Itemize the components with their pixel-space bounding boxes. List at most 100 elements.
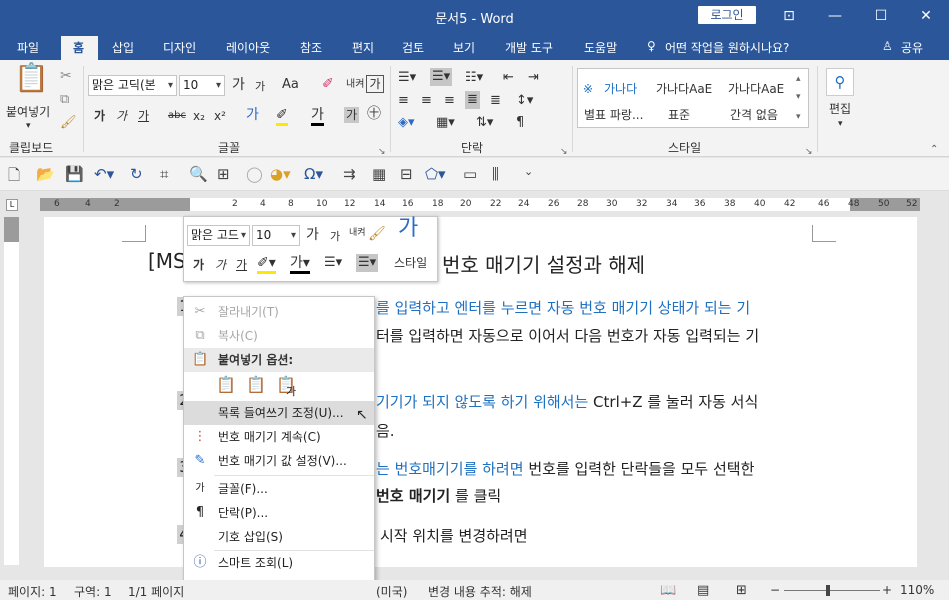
menu-set-numbering-value[interactable]: ✎ 번호 매기기 값 설정(V)... xyxy=(184,449,374,473)
table-icon[interactable]: ▦ xyxy=(372,165,386,183)
justify-icon[interactable]: ≣ xyxy=(465,91,480,109)
decrease-indent-icon[interactable]: ⇤ xyxy=(503,70,514,86)
highlight-icon[interactable]: ✐ xyxy=(276,107,288,126)
redo-icon[interactable]: ↻ xyxy=(130,165,143,183)
minimize-icon[interactable]: — xyxy=(812,0,858,32)
paste-dropdown-icon[interactable]: ▾ xyxy=(26,118,31,134)
maximize-icon[interactable]: ☐ xyxy=(858,0,904,32)
status-page[interactable]: 페이지: 1 xyxy=(8,583,57,600)
mini-shrink-font[interactable]: 가 xyxy=(330,229,340,245)
ribbon-display-icon[interactable]: ⊡ xyxy=(766,0,812,32)
menu-continue-numbering[interactable]: ⋮ 번호 매기기 계속(C) xyxy=(184,425,374,449)
tab-mailings[interactable]: 편지 xyxy=(352,39,374,56)
style-star-blue[interactable]: 가나다 xyxy=(604,81,637,97)
tab-references[interactable]: 참조 xyxy=(300,39,322,56)
mini-bullets-icon[interactable]: ☰▾ xyxy=(324,255,342,271)
status-language[interactable]: (미국) xyxy=(376,583,407,600)
search-icon[interactable]: ⚲ xyxy=(826,68,854,96)
mini-font-combo[interactable]: 맑은 고드 xyxy=(187,225,250,246)
bullets-icon[interactable]: ☰▾ xyxy=(398,70,416,86)
status-track-changes[interactable]: 변경 내용 추적: 해제 xyxy=(428,583,532,600)
layout-icon[interactable]: ⊞ xyxy=(217,165,230,183)
mini-grow-font[interactable]: 가 xyxy=(306,227,319,243)
zoom-slider[interactable] xyxy=(784,590,880,591)
mini-styles-button[interactable]: 스타일 xyxy=(394,255,427,271)
grow-font-button[interactable]: 가 xyxy=(232,77,245,93)
menu-font[interactable]: 가 글꼴(F)... xyxy=(184,477,374,501)
read-mode-icon[interactable]: 📖 xyxy=(660,583,676,598)
phonetic-button[interactable]: 내켜 xyxy=(346,77,364,93)
strike-button[interactable]: abc xyxy=(168,108,186,124)
text-effect-icon[interactable]: 가 xyxy=(246,107,259,123)
editing-button[interactable]: 편집 xyxy=(829,101,851,117)
copy-icon[interactable]: ⧉ xyxy=(60,92,69,108)
shapes-icon[interactable]: ◕▾ xyxy=(270,165,291,183)
textbox-icon[interactable]: ▭ xyxy=(463,165,477,183)
clear-format-icon[interactable]: ✐ xyxy=(322,76,334,92)
tab-layout[interactable]: 레이아웃 xyxy=(226,39,270,56)
tab-help[interactable]: 도움말 xyxy=(584,39,617,56)
format-painter-icon[interactable]: 🖌 xyxy=(60,115,77,131)
mini-font-color-icon[interactable]: 가▾ xyxy=(290,255,310,274)
open-folder-icon[interactable]: 📂 xyxy=(36,165,55,183)
close-icon[interactable]: ✕ xyxy=(903,0,949,32)
styles-scroll-up-icon[interactable]: ▴ xyxy=(796,71,801,87)
bold-button[interactable]: 가 xyxy=(94,108,105,124)
superscript-button[interactable]: x² xyxy=(214,108,226,124)
status-section[interactable]: 구역: 1 xyxy=(74,583,112,600)
save-icon[interactable]: 💾 xyxy=(65,165,84,183)
cut-icon[interactable]: ✂ xyxy=(60,68,72,84)
align-center-icon[interactable]: ≡ xyxy=(421,93,432,109)
paragraph-marks-icon[interactable]: ⇉ xyxy=(343,165,356,183)
zoom-out-icon[interactable]: − xyxy=(770,583,780,597)
tab-view[interactable]: 보기 xyxy=(453,39,475,56)
menu-insert-symbol[interactable]: 기호 삽입(S) xyxy=(184,525,374,549)
tab-selector-icon[interactable]: L xyxy=(6,199,18,211)
multilevel-list-icon[interactable]: ☷▾ xyxy=(465,70,483,86)
italic-button[interactable]: 가 xyxy=(116,108,127,124)
menu-copy[interactable]: ⧉ 복사(C) xyxy=(184,324,374,348)
menu-cut[interactable]: ✂ 잘라내기(T) xyxy=(184,300,374,324)
align-right-icon[interactable]: ≡ xyxy=(444,93,455,109)
font-color-icon[interactable]: 가 xyxy=(311,107,324,126)
menu-adjust-list-indent[interactable]: 목록 들여쓰기 조정(U)... ↖ xyxy=(184,401,374,425)
distribute-icon[interactable]: ≣ xyxy=(490,93,501,109)
borders-icon[interactable]: ▦▾ xyxy=(436,115,455,131)
font-name-combo[interactable]: 맑은 고딕(본 xyxy=(88,75,177,96)
tell-me-box[interactable]: 어떤 작업을 원하시나요? xyxy=(665,39,789,56)
editing-dropdown-icon[interactable]: ▾ xyxy=(838,116,843,132)
styles-more-icon[interactable]: ▾ xyxy=(796,109,801,125)
columns-icon[interactable]: ⫼ xyxy=(492,165,499,183)
tab-developer[interactable]: 개발 도구 xyxy=(505,39,553,56)
char-border-icon[interactable]: 가 xyxy=(366,75,384,93)
shape-insert-icon[interactable]: ⬠▾ xyxy=(425,165,446,183)
tab-design[interactable]: 디자인 xyxy=(163,39,196,56)
share-button[interactable]: 공유 xyxy=(901,39,923,56)
print-layout-icon[interactable]: ▤ xyxy=(697,583,709,598)
document-page[interactable]: [MS 번호 매기기 설정과 해제 1 를 입력하고 엔터를 누르면 자동 번호… xyxy=(44,217,917,567)
symbol-icon[interactable]: Ω▾ xyxy=(304,165,323,183)
zoom-level[interactable]: 110% xyxy=(900,583,934,597)
mini-italic-button[interactable]: 가 xyxy=(215,257,226,273)
paste-keep-source-icon[interactable]: 📋 xyxy=(216,375,236,394)
shading-icon[interactable]: ◈▾ xyxy=(398,115,415,131)
increase-indent-icon[interactable]: ⇥ xyxy=(528,70,539,86)
show-marks-icon[interactable]: ¶ xyxy=(516,115,524,131)
print-preview-icon[interactable]: 🔍 xyxy=(189,165,208,183)
collapse-ribbon-icon[interactable]: ⌃ xyxy=(930,142,938,158)
align-left-icon[interactable]: ≡ xyxy=(398,93,409,109)
mini-format-painter-icon[interactable]: 🖌 xyxy=(368,226,386,242)
line-spacing-icon[interactable]: ↕▾ xyxy=(516,93,533,109)
mini-underline-button[interactable]: 가 xyxy=(236,257,247,273)
mini-bold-button[interactable]: 가 xyxy=(193,257,204,273)
enclose-char-icon[interactable]: ㊉ xyxy=(367,106,381,122)
paste-icon[interactable]: 📋 xyxy=(14,64,49,92)
paste-merge-icon[interactable]: 📋 xyxy=(246,375,266,394)
grid-icon[interactable]: ⊟ xyxy=(400,165,413,183)
undo-icon[interactable]: ↶▾ xyxy=(94,165,114,183)
change-case-button[interactable]: Aa xyxy=(282,77,299,93)
mini-styles-icon[interactable]: 가 xyxy=(398,218,418,240)
circle-icon[interactable]: ◯ xyxy=(246,165,263,183)
menu-smart-lookup[interactable]: ⓘ 스마트 조회(L) xyxy=(184,551,374,575)
mini-size-combo[interactable]: 10 xyxy=(252,225,300,246)
